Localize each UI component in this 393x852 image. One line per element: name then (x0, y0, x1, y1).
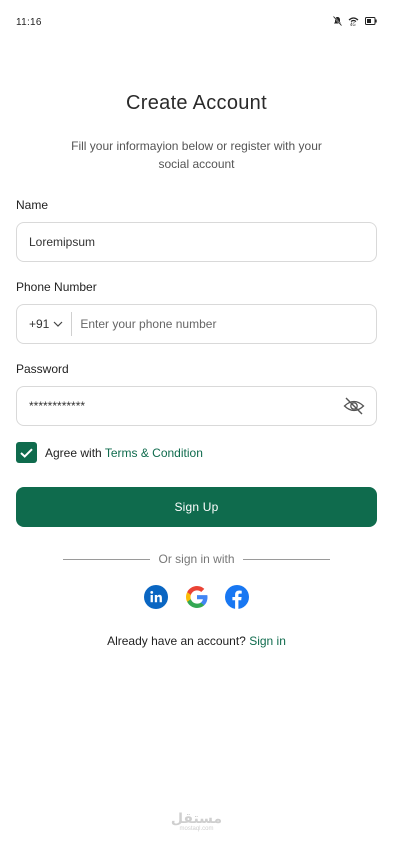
password-label: Password (16, 362, 69, 376)
status-icons: 4G (333, 16, 377, 26)
country-code-select[interactable]: +91 (17, 312, 73, 336)
checkmark-icon (20, 447, 33, 458)
battery-icon (365, 17, 377, 25)
name-label: Name (16, 198, 49, 212)
phone-input[interactable] (72, 317, 376, 331)
facebook-icon[interactable] (225, 585, 249, 609)
watermark-arabic: مستقل (170, 811, 223, 827)
social-divider: Or sign in with (63, 552, 330, 566)
signup-button[interactable]: Sign Up (16, 487, 377, 527)
signin-prompt: Already have an account? (107, 634, 246, 648)
google-icon[interactable] (185, 585, 209, 609)
page-title: Create Account (126, 92, 267, 114)
phone-field[interactable]: +91 (16, 304, 377, 344)
network-label: 4G (350, 22, 356, 26)
watermark-logo: مستقل mostaql.com (0, 812, 393, 832)
signin-row: Already have an account? Sign in (0, 634, 393, 648)
agree-text: Agree with Terms & Condition (45, 446, 203, 460)
password-input[interactable] (17, 399, 376, 413)
phone-label: Phone Number (16, 280, 97, 294)
watermark-latin: mostaql.com (179, 826, 214, 832)
linkedin-icon[interactable] (144, 585, 168, 609)
status-bar: 11:16 4G (0, 0, 393, 44)
page-subtitle: Fill your informayion below or register … (71, 139, 322, 171)
divider-text: Or sign in with (158, 552, 235, 566)
terms-link[interactable]: Terms & Condition (105, 446, 203, 460)
signal-4g-icon: 4G (348, 16, 359, 26)
status-time: 11:16 (16, 17, 42, 28)
eye-off-icon[interactable] (343, 396, 365, 416)
name-field[interactable] (16, 222, 377, 262)
divider-line-left (63, 558, 151, 560)
chevron-down-icon (53, 321, 63, 327)
country-code-value: +91 (29, 317, 50, 331)
signin-link[interactable]: Sign in (249, 634, 286, 648)
agree-row: Agree with Terms & Condition (16, 442, 203, 463)
bell-muted-icon (333, 16, 342, 26)
social-buttons (144, 585, 249, 609)
agree-label: Agree with (45, 445, 102, 460)
divider-line-right (242, 558, 330, 560)
agree-checkbox[interactable] (16, 442, 37, 463)
name-input[interactable] (17, 235, 376, 249)
password-field[interactable] (16, 386, 377, 426)
